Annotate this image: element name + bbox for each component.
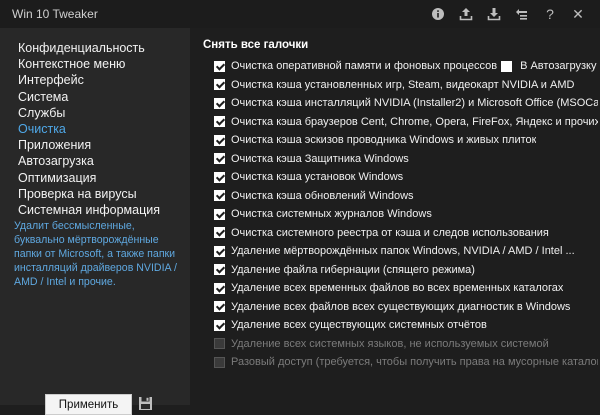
title-bar: Win 10 Tweaker ? ✕ [0,0,600,28]
option-row[interactable]: Очистка системных журналов Windows [214,205,598,224]
sidebar: Конфиденциальность Контекстное меню Интерф… [0,28,190,415]
option-checkbox[interactable] [214,60,225,72]
cleanup-panel: Снять все галочки Очистка оперативной па… [190,28,600,405]
help-icon[interactable]: ? [536,0,564,28]
option-label: Очистка кэша инсталляций NVIDIA (Install… [231,97,598,110]
sidebar-item[interactable]: Интерфейс [0,72,190,88]
option-label: Удаление всех существующих системных отч… [231,319,487,332]
option-row[interactable]: Очистка кэша установленных игр, Steam, в… [214,76,598,95]
sidebar-item[interactable]: Службы [0,105,190,121]
sidebar-item[interactable]: Проверка на вирусы [0,186,190,202]
option-label: Очистка кэша установок Windows [231,171,404,184]
option-label: Удаление всех файлов всех существующих д… [231,300,571,313]
option-row[interactable]: Очистка кэша эскизов проводника Windows … [214,131,598,150]
option-label: Очистка кэша браузеров Cent, Chrome, Ope… [231,115,598,128]
option-checkbox[interactable] [214,116,225,128]
info-icon[interactable] [424,0,452,28]
option-checkbox[interactable] [214,319,225,331]
sidebar-nav: Конфиденциальность Контекстное меню Интерф… [0,28,190,218]
sidebar-item[interactable]: Оптимизация [0,170,190,186]
sidebar-item[interactable]: Система [0,89,190,105]
option-checkbox[interactable] [214,338,225,350]
sidebar-item[interactable]: Автозагрузка [0,153,190,169]
option-label: Разовый доступ (требуется, чтобы получит… [231,356,598,369]
title-bar-icons: ? ✕ [424,0,592,28]
sidebar-item[interactable]: Приложения [0,137,190,153]
option-label: Очистка системных журналов Windows [231,208,432,221]
option-checkbox[interactable] [214,208,225,220]
option-checkbox[interactable] [214,134,225,146]
option-label: Удаление мёртворождённых папок Windows, … [231,245,575,258]
option-checkbox[interactable] [214,153,225,165]
sidebar-item[interactable]: Конфиденциальность [0,40,190,56]
options-list: Очистка оперативной памяти и фоновых про… [214,57,598,372]
option-checkbox[interactable] [214,356,225,368]
option-checkbox[interactable] [214,227,225,239]
section-description: Удалит бессмысленные, буквально мёртворо… [14,220,177,288]
option-label: Удаление файла гибернации (спящего режим… [231,263,475,276]
option-row[interactable]: Очистка кэша браузеров Cent, Chrome, Ope… [214,113,598,132]
option-checkbox[interactable] [214,264,225,276]
option-checkbox[interactable] [214,97,225,109]
option-row[interactable]: Очистка системного реестра от кэша и сле… [214,224,598,243]
option-checkbox[interactable] [214,245,225,257]
option-label: Очистка кэша эскизов проводника Windows … [231,134,537,147]
option-row[interactable]: Очистка кэша Защитника Windows [214,150,598,169]
option-label: Очистка кэша обновлений Windows [231,189,414,202]
option-label: Удаление всех временных файлов во всех в… [231,282,564,295]
option-row[interactable]: Очистка кэша установок Windows [214,168,598,187]
sidebar-item[interactable]: Очистка [0,121,190,137]
autostart-label: В Автозагрузку [520,60,597,73]
option-checkbox[interactable] [214,282,225,294]
option-row[interactable]: Удаление всех файлов всех существующих д… [214,298,598,317]
option-row[interactable]: Удаление всех системных языков, не испол… [214,335,598,354]
option-checkbox[interactable] [214,190,225,202]
option-label: Очистка кэша Защитника Windows [231,152,409,165]
option-row[interactable]: Удаление всех временных файлов во всех в… [214,279,598,298]
autostart-checkbox[interactable] [501,60,513,72]
option-label: Очистка оперативной памяти и фоновых про… [231,60,498,73]
sidebar-item[interactable]: Системная информация [0,202,190,218]
option-row[interactable]: Очистка кэша обновлений Windows [214,187,598,206]
option-label: Удаление всех системных языков, не испол… [231,337,549,350]
option-checkbox[interactable] [214,171,225,183]
option-row[interactable]: Очистка кэша инсталляций NVIDIA (Install… [214,94,598,113]
option-label: Очистка системного реестра от кэша и сле… [231,226,549,239]
uncheck-all-link[interactable]: Снять все галочки [203,39,308,51]
option-row[interactable]: Удаление мёртворождённых папок Windows, … [214,242,598,261]
option-label: Очистка кэша установленных игр, Steam, в… [231,78,575,91]
option-row[interactable]: Разовый доступ (требуется, чтобы получит… [214,353,598,372]
option-row[interactable]: Очистка оперативной памяти и фоновых про… [214,57,598,76]
option-row[interactable]: Удаление всех существующих системных отч… [214,316,598,335]
download-icon[interactable] [480,0,508,28]
restore-icon[interactable] [508,0,536,28]
option-checkbox[interactable] [214,79,225,91]
option-checkbox[interactable] [214,301,225,313]
close-icon[interactable]: ✕ [564,0,592,28]
save-icon[interactable] [138,396,153,411]
upload-icon[interactable] [452,0,480,28]
window-title: Win 10 Tweaker [12,7,98,21]
option-row[interactable]: Удаление файла гибернации (спящего режим… [214,261,598,280]
sidebar-item[interactable]: Контекстное меню [0,56,190,72]
